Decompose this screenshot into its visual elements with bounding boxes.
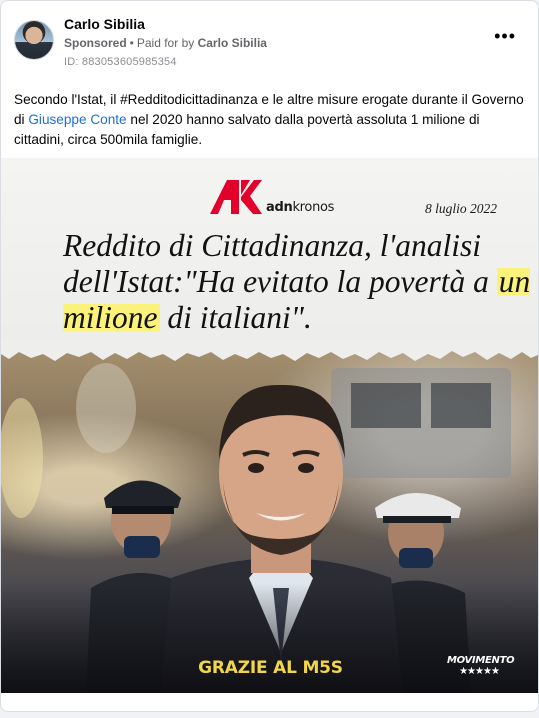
article-headline: Reddito di Cittadinanza, l'analisi dell'…	[63, 228, 533, 336]
sponsored-meta: Sponsored • Paid for by Carlo Sibilia	[64, 36, 267, 50]
article-date: 8 luglio 2022	[424, 201, 497, 216]
sponsored-label[interactable]: Sponsored	[64, 36, 127, 50]
adnkronos-logo-text: adnkronos	[266, 200, 334, 215]
adnkronos-logo-icon	[210, 180, 262, 214]
post-header: Carlo Sibilia Sponsored • Paid for by Carl…	[1, 1, 538, 81]
ad-id: ID: 883053605985354	[64, 56, 177, 68]
post-footer	[1, 693, 538, 711]
post-image[interactable]: adnkronos 8 luglio 2022 Reddito di Citta…	[1, 158, 538, 693]
headline-part-1: Reddito di Cittadinanza, l'analisi dell'…	[63, 228, 497, 299]
paid-for-name[interactable]: Carlo Sibilia	[198, 36, 267, 50]
more-options-icon[interactable]: •••	[494, 27, 516, 45]
meta-separator: •	[129, 36, 134, 50]
sponsored-post-card: Carlo Sibilia Sponsored • Paid for by Carl…	[0, 0, 539, 712]
author-avatar[interactable]	[14, 20, 54, 60]
paid-for-prefix: Paid for by	[136, 36, 195, 50]
logo-prefix: adn	[266, 200, 293, 215]
headline-part-2: di italiani".	[159, 300, 312, 335]
giuseppe-conte-link[interactable]: Giuseppe Conte	[28, 112, 126, 127]
badge-stars-icon: ★★★★★	[459, 666, 500, 677]
movimento-badge: MOVIMENTO ★★★★★	[447, 655, 515, 678]
author-name[interactable]: Carlo Sibilia	[64, 16, 145, 32]
badge-word: MOVIMENTO	[447, 655, 515, 666]
post-message: Secondo l'Istat, il #Redditodicittadinan…	[14, 90, 526, 150]
logo-suffix: kronos	[292, 200, 335, 215]
